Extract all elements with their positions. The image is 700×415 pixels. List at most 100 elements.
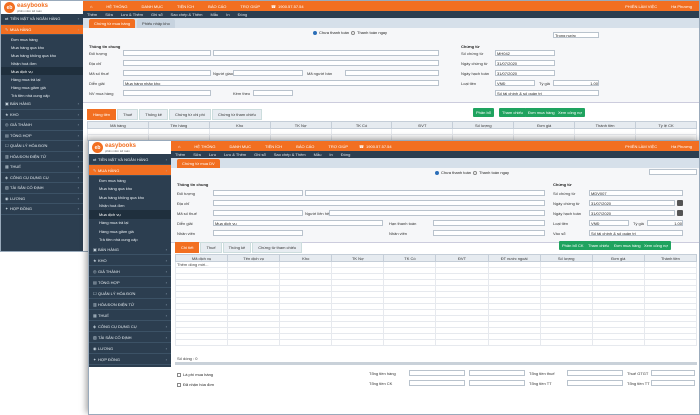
action-button-2[interactable]: Đơn mua hàng <box>611 241 644 250</box>
submenu-item[interactable]: Nhận hoá đơn <box>89 202 171 211</box>
toolbar-button-5[interactable]: Mẫu <box>207 12 223 17</box>
rate-input[interactable]: 1.00 <box>647 220 683 226</box>
sidebar-item-3[interactable]: ★ KHO › <box>89 255 171 266</box>
toolbar-button-3[interactable]: Lưu & Thêm <box>220 152 250 157</box>
description-input[interactable]: Mua hàng nhập kho <box>123 80 439 86</box>
sidebar-item-2[interactable]: ▣ BÁN HÀNG › <box>89 244 171 255</box>
payment-method-select[interactable] <box>649 169 697 175</box>
sidebar-item-4[interactable]: ◎ GIÁ THÀNH › <box>89 266 171 277</box>
menu-danh-muc[interactable]: DANH MỤC <box>222 144 258 149</box>
detail-tab-2[interactable]: Thống kê <box>222 242 252 253</box>
column-header-2[interactable]: Kho <box>208 121 271 129</box>
column-header-8[interactable]: Thành tiền <box>574 121 637 129</box>
toolbar-button-4[interactable]: Sao chép & Thêm <box>167 12 207 17</box>
toolbar-button-4[interactable]: Ghi sổ <box>250 152 270 157</box>
checkbox-da-nhan-hoa-don[interactable]: Đã nhận hóa đơn <box>177 382 214 387</box>
detail-tab-3[interactable]: Chứng từ chi phí <box>168 109 211 120</box>
table-row[interactable] <box>174 339 698 346</box>
sidebar-item-7[interactable]: ▥ HÓA ĐƠN ĐIỆN TỬ › <box>89 299 171 310</box>
radio-unpaid[interactable]: Chưa thanh toán <box>435 170 471 175</box>
radio-paid[interactable]: Thanh toán ngay <box>473 170 509 175</box>
table-cell[interactable] <box>383 339 437 346</box>
submenu-item[interactable]: Mua dịch vụ <box>89 210 171 219</box>
table-cell[interactable] <box>487 339 541 346</box>
sidebar-item-0[interactable]: ⇄ TIỀN MẶT VÀ NGÂN HÀNG › <box>89 154 171 165</box>
submenu-item[interactable]: Hàng mua trả lại <box>1 75 83 83</box>
contact-input[interactable] <box>329 210 545 216</box>
column-header-8[interactable]: Đơn giá <box>591 254 645 262</box>
tax-code-input[interactable] <box>123 70 211 76</box>
detail-tab-1[interactable]: Thuế <box>200 242 222 253</box>
employee-name-input[interactable] <box>433 230 545 236</box>
sidebar-item-11[interactable]: ◉ LƯƠNG › <box>89 343 171 354</box>
voucher-tab-1[interactable]: Phiếu nhập kho <box>137 19 175 28</box>
sidebar-item-10[interactable]: ▧ TÀI SẢN CỐ ĐỊNH › <box>89 332 171 343</box>
table-cell[interactable] <box>279 339 333 346</box>
action-button-1[interactable]: Tham chiếu <box>499 108 526 117</box>
toolbar-button-6[interactable]: Mẫu <box>310 152 326 157</box>
submenu-item[interactable]: Đơn mua hàng <box>89 176 171 185</box>
toolbar-button-0[interactable]: Thêm <box>83 12 101 17</box>
column-header-3[interactable]: TK Nợ <box>331 254 385 262</box>
table-cell[interactable] <box>331 339 385 346</box>
column-header-1[interactable]: Tên dịch vụ <box>227 254 281 262</box>
sidebar-item-1[interactable]: ✎ MUA HÀNG › <box>1 24 83 35</box>
radio-paid[interactable]: Thanh toán ngay <box>351 30 387 35</box>
session-menu[interactable]: PHIÊN LÀM VIỆC <box>618 144 664 149</box>
sidebar-item-7[interactable]: ▥ HÓA ĐƠN ĐIỆN TỬ › <box>1 152 83 162</box>
posting-date-input[interactable]: 31/07/2020 <box>495 70 555 76</box>
sidebar-item-6[interactable]: ☐ QUẢN LÝ HÓA ĐƠN › <box>1 141 83 152</box>
object-code-input[interactable] <box>123 50 211 56</box>
table-cell[interactable] <box>174 339 229 346</box>
detail-tab-0[interactable]: Hàng tiền <box>87 109 117 120</box>
seller-code-input[interactable] <box>345 70 439 76</box>
sidebar-item-4[interactable]: ◎ GIÁ THÀNH › <box>1 120 83 131</box>
address-input[interactable] <box>123 60 439 66</box>
sidebar-item-12[interactable]: ✦ HỢP ĐỒNG › <box>89 354 171 365</box>
column-header-2[interactable]: Kho <box>279 254 333 262</box>
column-header-4[interactable]: TK Có <box>330 121 393 129</box>
toolbar-button-2[interactable]: Lưu <box>205 152 220 157</box>
rate-input[interactable]: 1.00 <box>553 80 599 86</box>
submenu-item[interactable]: Mua dịch vụ <box>1 67 83 75</box>
user-menu[interactable]: Hà Phương <box>664 144 699 149</box>
menu-tien-ich[interactable]: TIỆN ÍCH <box>258 144 289 149</box>
menu-danh-muc[interactable]: DANH MỤC <box>134 4 170 9</box>
currency-select[interactable]: VNĐ <box>589 220 629 226</box>
sidebar-item-11[interactable]: ◉ LƯƠNG › <box>1 194 83 204</box>
address-input[interactable] <box>213 200 545 206</box>
sidebar-item-9[interactable]: ◈ CÔNG CỤ DỤNG CỤ › <box>89 321 171 332</box>
sidebar-item-5[interactable]: ▤ TỔNG HỢP › <box>89 277 171 288</box>
table-cell[interactable] <box>227 339 281 346</box>
detail-tab-2[interactable]: Thống kê <box>139 109 168 120</box>
sidebar-item-10[interactable]: ▧ TÀI SẢN CỐ ĐỊNH › <box>1 183 83 194</box>
due-date-input[interactable] <box>433 220 545 226</box>
menu-tro-giup[interactable]: TRỢ GIÚP <box>321 144 355 149</box>
posting-date-input[interactable]: 31/07/2020 <box>589 210 675 216</box>
voucher-date-input[interactable]: 31/07/2020 <box>589 200 675 206</box>
table-cell[interactable] <box>591 339 645 346</box>
menu-bao-cao[interactable]: BÁO CÁO <box>201 4 233 9</box>
column-header-0[interactable]: Mã hàng <box>87 121 149 129</box>
action-button-2[interactable]: Đơn mua hàng <box>525 108 558 117</box>
table-cell[interactable] <box>643 339 698 346</box>
toolbar-button-7[interactable]: Đóng <box>234 12 252 17</box>
column-header-9[interactable]: Thành tiền <box>643 254 698 262</box>
sidebar-item-0[interactable]: ⇄ TIỀN MẶT VÀ NGÂN HÀNG › <box>1 14 83 25</box>
calendar-icon[interactable] <box>677 210 683 216</box>
submenu-item[interactable]: Hàng mua trả lại <box>89 219 171 228</box>
home-icon[interactable]: ⌂ <box>171 144 187 149</box>
detail-tab-1[interactable]: Thuế <box>117 109 139 120</box>
description-input[interactable]: Mua dịch vụ <box>213 220 383 226</box>
action-button-3[interactable]: Xem công nợ <box>641 241 671 250</box>
table-cell[interactable] <box>539 339 593 346</box>
toolbar-button-8[interactable]: Đóng <box>337 152 355 157</box>
voucher-no-input[interactable]: MDV007 <box>589 190 683 196</box>
submenu-item[interactable]: Hàng mua giảm giá <box>1 83 83 91</box>
horizontal-scrollbar[interactable] <box>175 362 697 365</box>
sidebar-item-12[interactable]: ✦ HỢP ĐỒNG › <box>1 204 83 215</box>
menu-bao-cao[interactable]: BÁO CÁO <box>289 144 321 149</box>
menu-tien-ich[interactable]: TIỆN ÍCH <box>170 4 201 9</box>
employee-input[interactable] <box>213 230 303 236</box>
toolbar-button-2[interactable]: Lưu & Thêm <box>117 12 147 17</box>
